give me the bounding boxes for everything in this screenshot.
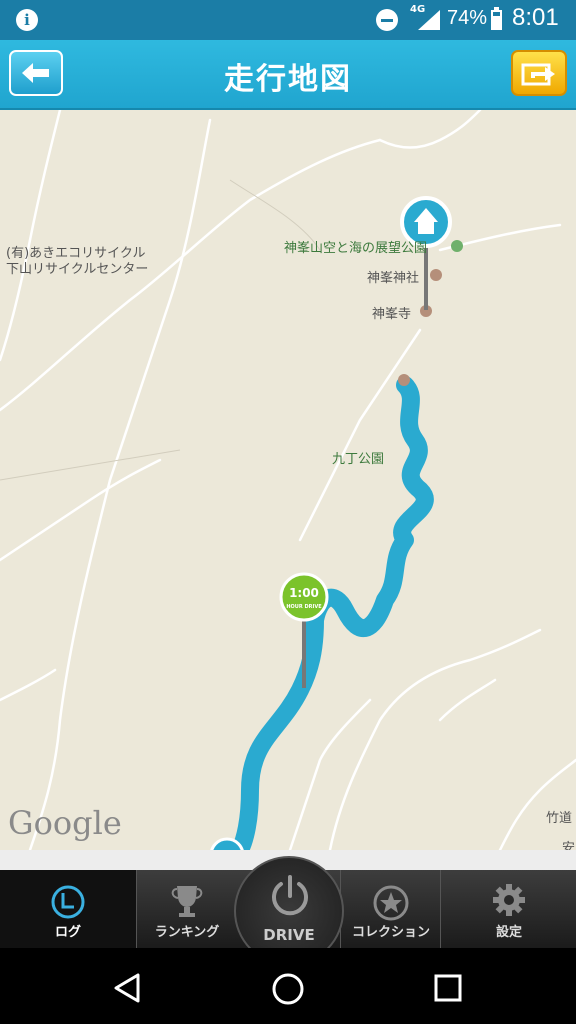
power-icon — [272, 875, 308, 916]
tab-ranking[interactable]: ランキング — [136, 870, 237, 948]
tab-ranking-label: ランキング — [154, 925, 220, 940]
map-label-shrine: 神峯神社 — [367, 271, 420, 286]
nav-recents-icon[interactable] — [433, 973, 463, 1003]
google-attribution: Google — [8, 804, 122, 842]
map-label-recycle-2: 下山リサイクルセンター — [6, 262, 149, 277]
drive-label: DRIVE — [263, 926, 315, 944]
park-marker-icon — [451, 240, 463, 252]
gear-icon — [493, 884, 525, 916]
shrine-marker-icon — [430, 269, 442, 281]
signal-icon — [418, 10, 440, 30]
map-label-an: 安 — [562, 841, 576, 850]
milestone-value: 1:00 — [289, 586, 319, 600]
map-label-chikudou: 竹道 — [546, 811, 573, 826]
map-label-park-observatory: 神峯山空と海の展望公園 — [284, 241, 428, 256]
map-label-temple: 神峯寺 — [372, 307, 412, 322]
tab-log[interactable]: ログ — [0, 870, 136, 948]
tab-log-label: ログ — [54, 925, 81, 940]
page-title: 走行地図 — [224, 62, 352, 97]
battery-icon — [491, 7, 502, 30]
status-bar: i 4G 74% 8:01 — [0, 0, 576, 40]
tab-collection-label: コレクション — [351, 925, 430, 940]
tab-settings[interactable]: 設定 — [440, 870, 576, 948]
nav-back-icon[interactable] — [112, 972, 144, 1004]
tab-settings-label: 設定 — [495, 925, 522, 940]
star-badge-icon — [373, 885, 409, 921]
share-button[interactable] — [511, 50, 567, 96]
system-nav-bar — [0, 948, 576, 1024]
milestone-caption: HOUR DRIVE — [286, 604, 322, 610]
trophy-icon — [171, 886, 203, 917]
tab-collection[interactable]: コレクション — [340, 870, 441, 948]
map-canvas: 1:00 HOUR DRIVE — [0, 110, 576, 850]
map-label-kuchou-park: 九丁公園 — [332, 452, 385, 467]
clock: 8:01 — [512, 4, 559, 31]
battery-percent: 74% — [447, 7, 488, 29]
share-icon — [521, 63, 555, 86]
clock-icon — [51, 885, 85, 919]
app-header: 走行地図 — [0, 40, 576, 110]
parking-marker-icon — [398, 374, 410, 386]
do-not-disturb-icon — [376, 9, 398, 31]
nav-home-icon[interactable] — [271, 972, 305, 1006]
info-icon: i — [16, 9, 38, 31]
route-map[interactable]: 1:00 HOUR DRIVE (有)あきエコリサイクル 下山リサイクルセンター… — [0, 110, 576, 850]
